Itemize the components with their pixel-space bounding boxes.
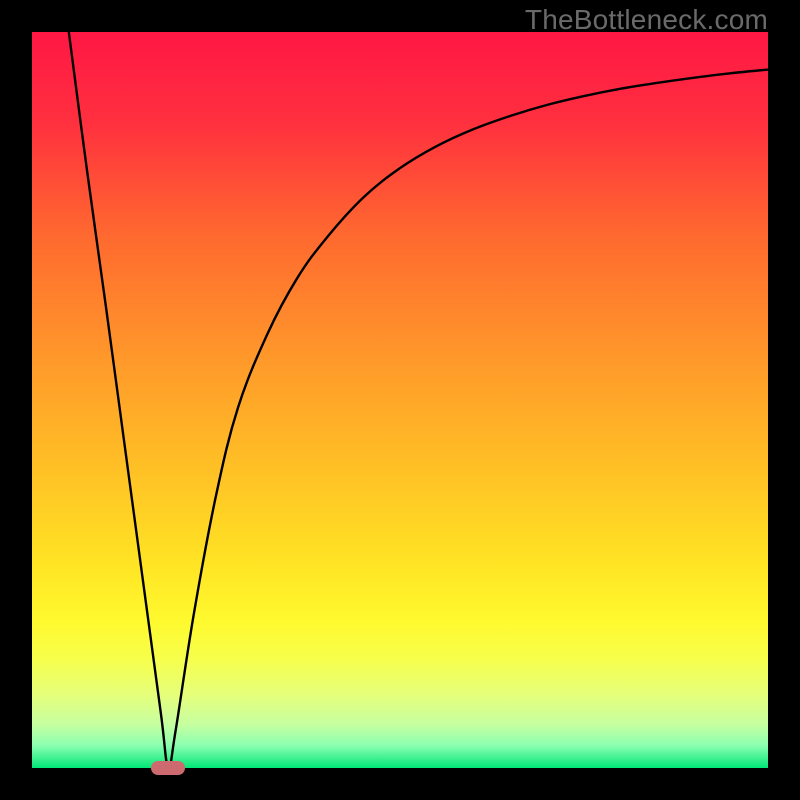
chart-area [32, 32, 768, 768]
curve-layer [32, 32, 768, 768]
optimum-marker [151, 761, 185, 775]
frame-right [768, 0, 800, 800]
frame-left [0, 0, 32, 800]
bottleneck-curve [69, 32, 768, 768]
frame-bottom [0, 768, 800, 800]
